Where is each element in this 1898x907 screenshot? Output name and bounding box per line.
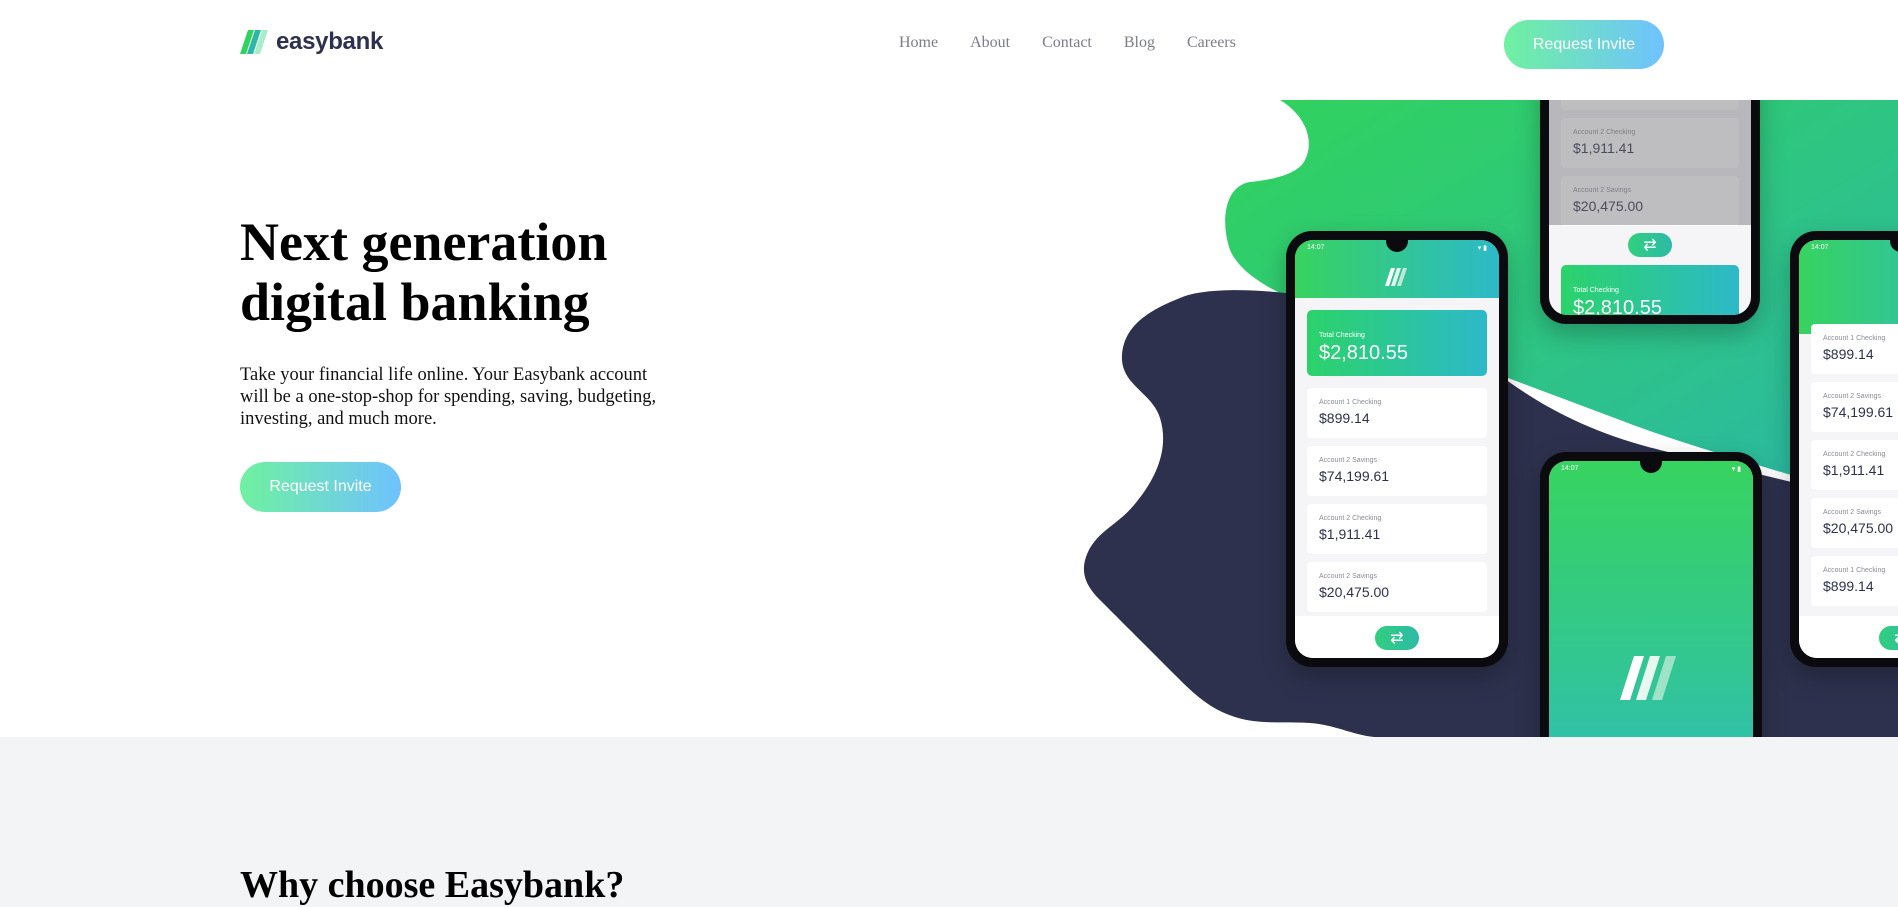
nav-link-careers[interactable]: Careers bbox=[1187, 34, 1236, 52]
nav-link-about[interactable]: About bbox=[970, 34, 1010, 52]
phone-mockup-right: 14:07 Account 1 Checking $899.14 Account… bbox=[1790, 231, 1898, 667]
account-card: Account 1 Checking $899.14 bbox=[1811, 556, 1898, 606]
logo-mark-icon bbox=[240, 30, 268, 54]
account-card: Account 2 Checking $1,911.41 bbox=[1811, 440, 1898, 490]
account-card: Account 1 Checking $899.14 bbox=[1307, 388, 1487, 438]
phone-mockup-splash: 14:07 ▾ ▮ bbox=[1540, 452, 1762, 737]
transfer-icon: ⇄ bbox=[1879, 626, 1898, 650]
main-nav: Home About Contact Blog Careers bbox=[899, 34, 1236, 52]
hero-request-invite-button[interactable]: Request Invite bbox=[240, 462, 401, 512]
nav-link-contact[interactable]: Contact bbox=[1042, 34, 1092, 52]
hero-description: Take your financial life online. Your Ea… bbox=[240, 365, 657, 429]
transfer-icon: ⇄ bbox=[1628, 233, 1672, 257]
nav-link-home[interactable]: Home bbox=[899, 34, 938, 52]
nav-link-blog[interactable]: Blog bbox=[1124, 34, 1155, 52]
account-card: Account 2 Savings $74,199.61 bbox=[1811, 382, 1898, 432]
easybank-logo[interactable]: easybank bbox=[240, 28, 383, 56]
total-checking-card: Total Checking $2,810.55 bbox=[1307, 310, 1487, 376]
app-logo-icon bbox=[1620, 656, 1676, 700]
account-card: Account 2 Checking $1,911.41 bbox=[1307, 504, 1487, 554]
hero-illustration: Account 2 Savings $74,199.61 Account 2 S… bbox=[1060, 100, 1898, 737]
site-header: easybank Home About Contact Blog Careers… bbox=[0, 0, 1898, 100]
total-checking-card: Total Checking $2,810.55 bbox=[1561, 265, 1739, 315]
header-request-invite-button[interactable]: Request Invite bbox=[1504, 20, 1664, 69]
app-logo-icon bbox=[1385, 268, 1407, 286]
account-card: Account 2 Savings $20,475.00 bbox=[1811, 498, 1898, 548]
logo-text: easybank bbox=[276, 28, 384, 55]
status-icons: ▾ ▮ bbox=[1477, 245, 1487, 252]
account-card: Account 2 Savings $20,475.00 bbox=[1307, 562, 1487, 612]
account-card: Account 1 Checking $899.14 bbox=[1811, 324, 1898, 374]
hero-title: Next generation digital banking bbox=[240, 212, 608, 332]
phone-mockup-left: 14:07 ▾ ▮ Total Checking $2,810.55 Accou… bbox=[1286, 231, 1508, 667]
transfer-icon: ⇄ bbox=[1375, 626, 1419, 650]
features-title: Why choose Easybank? bbox=[240, 864, 625, 906]
status-icons: ▾ ▮ bbox=[1731, 466, 1741, 473]
account-card: Account 2 Savings $74,199.61 bbox=[1307, 446, 1487, 496]
phone-mockup-top: Account 2 Savings $74,199.61 Account 2 S… bbox=[1540, 100, 1760, 324]
